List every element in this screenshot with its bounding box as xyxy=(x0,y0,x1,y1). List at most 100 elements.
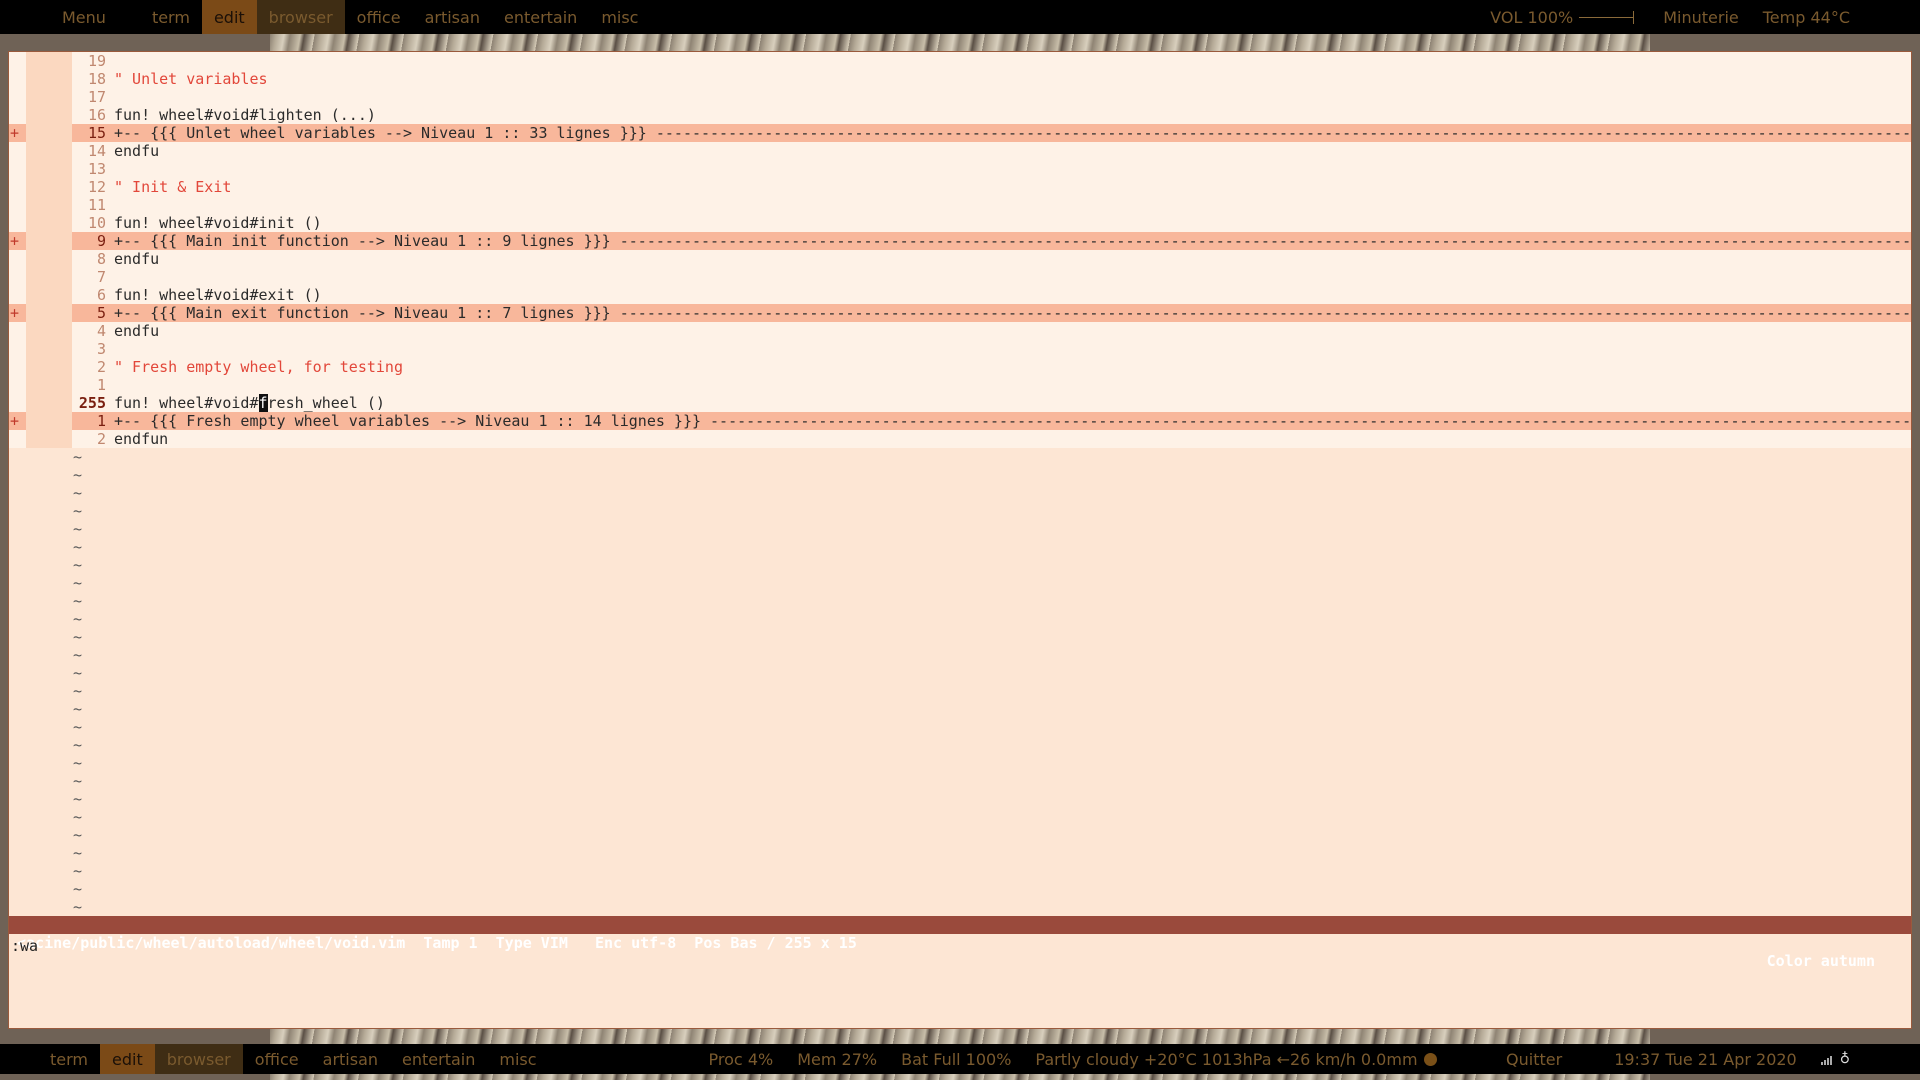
fold-line[interactable]: +9 +-- {{{ Main init function --> Niveau … xyxy=(9,232,1911,250)
bottom-tag-misc[interactable]: misc xyxy=(487,1044,548,1074)
line-text[interactable]: +-- {{{ Main init function --> Niveau 1 … xyxy=(114,232,1911,250)
line-text[interactable]: endfun xyxy=(114,430,1911,448)
empty-line-marker: ~ xyxy=(9,844,1911,862)
tag-artisan[interactable]: artisan xyxy=(413,0,492,34)
line-text[interactable] xyxy=(114,52,1911,70)
code-line[interactable]: 19 xyxy=(9,52,1911,70)
fold-sign xyxy=(9,160,26,178)
weather-widget: Partly cloudy +20°C 1013hPa ←26 km/h 0.0… xyxy=(1023,1044,1448,1074)
bottom-tag-office[interactable]: office xyxy=(243,1044,311,1074)
line-number: 8 xyxy=(96,250,106,268)
line-text[interactable]: endfu xyxy=(114,142,1911,160)
line-text[interactable] xyxy=(114,160,1911,178)
bottom-tag-entertain[interactable]: entertain xyxy=(390,1044,487,1074)
fold-line[interactable]: +1 +-- {{{ Fresh empty wheel variables --… xyxy=(9,412,1911,430)
code-line[interactable]: 14 endfu xyxy=(9,142,1911,160)
fold-sign xyxy=(9,88,26,106)
fold-line[interactable]: +5 +-- {{{ Main exit function --> Niveau … xyxy=(9,304,1911,322)
line-number: 17 xyxy=(87,88,106,106)
tilde-marker: ~ xyxy=(73,736,83,754)
code-line[interactable]: 8 endfu xyxy=(9,250,1911,268)
line-number: 2 xyxy=(96,358,106,376)
empty-line-marker: ~ xyxy=(9,862,1911,880)
line-text[interactable] xyxy=(114,376,1911,394)
vim-command-line[interactable]: :wa xyxy=(11,937,38,955)
clock-widget[interactable]: 19:37 Tue 21 Apr 2020 xyxy=(1602,1044,1809,1074)
fold-sign xyxy=(9,70,26,88)
tag-browser[interactable]: browser xyxy=(256,0,345,34)
code-line[interactable]: 6 fun! wheel#void#exit () xyxy=(9,286,1911,304)
line-number: 255 xyxy=(78,394,106,412)
volume-slider[interactable] xyxy=(1579,10,1635,24)
fold-line[interactable]: +15 +-- {{{ Unlet wheel variables --> Niv… xyxy=(9,124,1911,142)
line-text[interactable]: fun! wheel#void#init () xyxy=(114,214,1911,232)
bottom-tag-term[interactable]: term xyxy=(0,1044,100,1074)
line-text[interactable]: " Unlet variables xyxy=(114,70,1911,88)
sign-column xyxy=(26,322,72,340)
empty-line-marker: ~ xyxy=(9,646,1911,664)
line-text[interactable]: " Fresh empty wheel, for testing xyxy=(114,358,1911,376)
tag-edit[interactable]: edit xyxy=(201,0,257,34)
tag-entertain[interactable]: entertain xyxy=(492,0,589,34)
line-text[interactable]: " Init & Exit xyxy=(114,178,1911,196)
bottom-panel: term edit browser office artisan enterta… xyxy=(0,1044,1920,1074)
fold-sign: + xyxy=(10,232,20,250)
empty-line-marker: ~ xyxy=(9,754,1911,772)
code-line[interactable]: 2 " Fresh empty wheel, for testing xyxy=(9,358,1911,376)
bottom-tag-browser[interactable]: browser xyxy=(154,1044,243,1074)
code-line[interactable]: 17 xyxy=(9,88,1911,106)
sign-column xyxy=(26,214,72,232)
volume-label: VOL 100% xyxy=(1490,7,1574,27)
volume-widget[interactable]: VOL 100% xyxy=(1478,0,1651,34)
line-text[interactable] xyxy=(114,88,1911,106)
line-text[interactable] xyxy=(114,340,1911,358)
tilde-marker: ~ xyxy=(73,700,83,718)
fold-sign xyxy=(9,268,26,286)
bulb-icon[interactable]: ♁ xyxy=(1840,1051,1850,1067)
line-text[interactable]: fun! wheel#void#lighten (...) xyxy=(114,106,1911,124)
tilde-marker: ~ xyxy=(73,574,83,592)
tag-misc[interactable]: misc xyxy=(589,0,650,34)
sign-column xyxy=(26,376,72,394)
sign-column xyxy=(26,340,72,358)
bottom-tag-artisan[interactable]: artisan xyxy=(311,1044,390,1074)
code-line[interactable]: 4 endfu xyxy=(9,322,1911,340)
fold-sign xyxy=(9,322,26,340)
code-line[interactable]: 18 " Unlet variables xyxy=(9,70,1911,88)
memory-widget: Mem 27% xyxy=(797,1049,878,1069)
signal-icon[interactable] xyxy=(1820,1054,1832,1065)
line-text[interactable] xyxy=(114,196,1911,214)
empty-line-marker: ~ xyxy=(9,448,1911,466)
code-line[interactable]: 7 xyxy=(9,268,1911,286)
sign-column xyxy=(26,394,72,412)
line-text[interactable]: +-- {{{ Main exit function --> Niveau 1 … xyxy=(114,304,1911,322)
code-line[interactable]: 2 endfun xyxy=(9,430,1911,448)
empty-line-marker: ~ xyxy=(9,466,1911,484)
vim-window[interactable]: 19 18 " Unlet variables 17 16 fun! wheel#void… xyxy=(8,51,1912,1029)
code-line[interactable]: 13 xyxy=(9,160,1911,178)
line-text[interactable]: fun! wheel#void#exit () xyxy=(114,286,1911,304)
tag-office[interactable]: office xyxy=(345,0,413,34)
quit-button[interactable]: Quitter xyxy=(1494,1044,1602,1074)
timer-widget[interactable]: Minuterie xyxy=(1651,0,1751,34)
line-text[interactable] xyxy=(114,268,1911,286)
bottom-tag-edit[interactable]: edit xyxy=(100,1044,155,1074)
line-text[interactable]: +-- {{{ Fresh empty wheel variables --> … xyxy=(114,412,1911,430)
wallpaper-strip-bottom xyxy=(270,1028,1650,1044)
line-text[interactable]: fun! wheel#void#fresh_wheel () xyxy=(114,394,1911,412)
menu-button[interactable]: Menu xyxy=(0,0,140,34)
empty-line-marker: ~ xyxy=(9,772,1911,790)
code-line[interactable]: 1 xyxy=(9,376,1911,394)
code-line[interactable]: 16 fun! wheel#void#lighten (...) xyxy=(9,106,1911,124)
sign-column xyxy=(26,304,72,322)
code-line[interactable]: 3 xyxy=(9,340,1911,358)
tag-term[interactable]: term xyxy=(140,0,202,34)
code-line[interactable]: 255 fun! wheel#void#fresh_wheel () xyxy=(9,394,1911,412)
line-text[interactable]: +-- {{{ Unlet wheel variables --> Niveau… xyxy=(114,124,1911,142)
editor-buffer[interactable]: 19 18 " Unlet variables 17 16 fun! wheel#void… xyxy=(9,52,1911,916)
code-line[interactable]: 11 xyxy=(9,196,1911,214)
code-line[interactable]: 10 fun! wheel#void#init () xyxy=(9,214,1911,232)
line-text[interactable]: endfu xyxy=(114,250,1911,268)
line-text[interactable]: endfu xyxy=(114,322,1911,340)
code-line[interactable]: 12 " Init & Exit xyxy=(9,178,1911,196)
